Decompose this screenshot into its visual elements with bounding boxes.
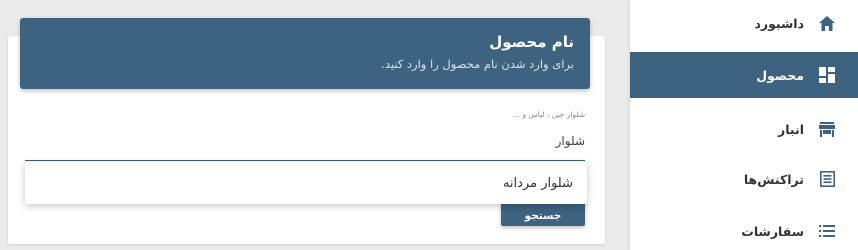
sidebar-item-product[interactable]: محصول bbox=[630, 52, 858, 98]
list-icon bbox=[818, 222, 836, 240]
input-underline bbox=[25, 160, 585, 161]
receipt-icon bbox=[818, 170, 836, 188]
card-title: نام محصول bbox=[489, 33, 574, 51]
sidebar-item-label: انبار bbox=[778, 121, 804, 137]
autocomplete-option[interactable]: شلوار مردانه bbox=[25, 162, 587, 204]
card-header: نام محصول برای وارد شدن نام محصول را وار… bbox=[20, 18, 590, 89]
field-hint: شلوار جین ، لباس و ... bbox=[512, 110, 585, 119]
card-subtitle: برای وارد شدن نام محصول را وارد کنید. bbox=[381, 57, 574, 71]
autocomplete-dropdown: شلوار مردانه bbox=[25, 162, 587, 204]
sidebar-item-label: داشبورد bbox=[754, 15, 804, 31]
product-name-input[interactable]: شلوار bbox=[556, 134, 585, 148]
sidebar-item-warehouse[interactable]: انبار bbox=[630, 106, 858, 152]
dashboard-grid-icon bbox=[818, 66, 836, 84]
sidebar-item-label: سفارشات bbox=[741, 223, 804, 239]
sidebar-item-transactions[interactable]: تراکنش‌ها bbox=[630, 156, 858, 202]
sidebar: داشبورد محصول انبار bbox=[630, 0, 858, 250]
sidebar-item-dashboard[interactable]: داشبورد bbox=[630, 0, 858, 46]
sidebar-item-orders[interactable]: سفارشات bbox=[630, 208, 858, 250]
sidebar-item-label: تراکنش‌ها bbox=[743, 171, 804, 187]
sidebar-item-label: محصول bbox=[756, 67, 804, 83]
store-icon bbox=[818, 120, 836, 138]
home-icon bbox=[818, 14, 836, 32]
